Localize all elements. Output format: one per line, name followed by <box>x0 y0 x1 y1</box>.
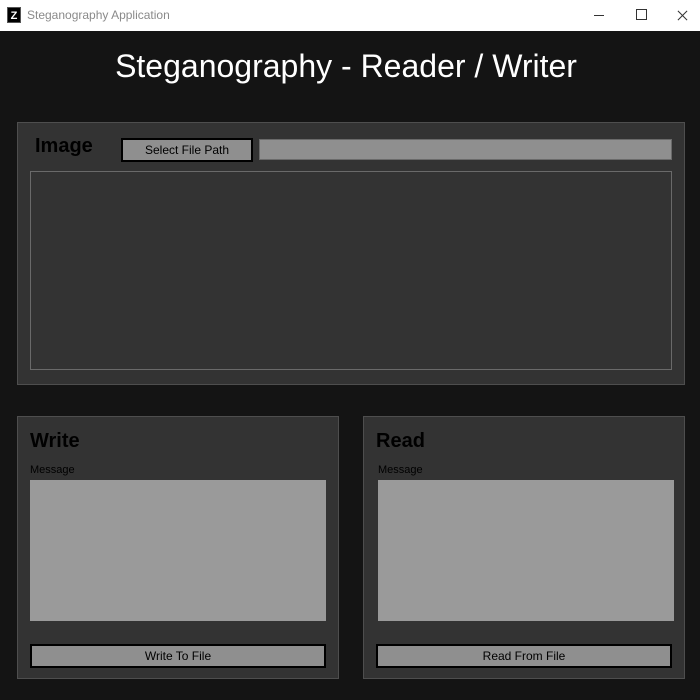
image-preview <box>30 171 672 370</box>
read-message-textarea[interactable] <box>378 480 674 621</box>
image-heading: Image <box>35 135 93 157</box>
read-panel: Read Message Read From File <box>363 416 685 679</box>
read-from-file-button[interactable]: Read From File <box>376 644 672 668</box>
image-panel: Image Select File Path <box>17 122 685 385</box>
select-file-path-button[interactable]: Select File Path <box>121 138 253 162</box>
minimize-icon[interactable] <box>576 0 622 31</box>
window-titlebar[interactable]: Z Steganography Application <box>0 0 700 31</box>
write-to-file-button[interactable]: Write To File <box>30 644 326 668</box>
write-message-textarea[interactable] <box>30 480 326 621</box>
write-heading: Write <box>30 430 80 452</box>
write-message-label: Message <box>30 464 75 476</box>
read-message-label: Message <box>378 464 423 476</box>
app-icon: Z <box>7 7 21 23</box>
file-path-field[interactable] <box>259 139 672 160</box>
window-title: Steganography Application <box>27 8 170 22</box>
close-icon[interactable] <box>654 0 700 31</box>
read-heading: Read <box>376 430 425 452</box>
page-title: Steganography - Reader / Writer <box>115 48 577 84</box>
write-panel: Write Message Write To File <box>17 416 339 679</box>
